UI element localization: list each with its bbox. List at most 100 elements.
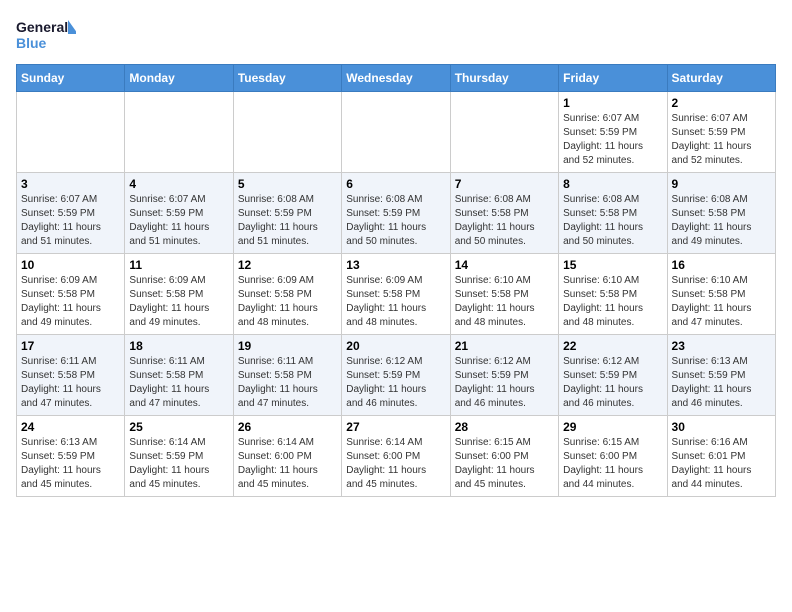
day-info: Sunrise: 6:09 AM Sunset: 5:58 PM Dayligh… — [238, 274, 337, 330]
weekday-header: Thursday — [450, 65, 558, 92]
header: General Blue — [16, 16, 776, 52]
day-number: 3 — [21, 177, 120, 191]
day-number: 28 — [455, 420, 554, 434]
day-info: Sunrise: 6:09 AM Sunset: 5:58 PM Dayligh… — [21, 274, 120, 330]
day-number: 29 — [563, 420, 662, 434]
day-number: 13 — [346, 258, 445, 272]
day-info: Sunrise: 6:07 AM Sunset: 5:59 PM Dayligh… — [21, 193, 120, 249]
calendar-cell: 18 Sunrise: 6:11 AM Sunset: 5:58 PM Dayli… — [125, 335, 233, 416]
day-info: Sunrise: 6:08 AM Sunset: 5:59 PM Dayligh… — [346, 193, 445, 249]
day-number: 6 — [346, 177, 445, 191]
day-info: Sunrise: 6:07 AM Sunset: 5:59 PM Dayligh… — [672, 112, 771, 168]
svg-text:General: General — [16, 19, 68, 35]
day-number: 21 — [455, 339, 554, 353]
calendar-cell: 19 Sunrise: 6:11 AM Sunset: 5:58 PM Dayli… — [233, 335, 341, 416]
day-number: 11 — [129, 258, 228, 272]
calendar-cell: 25 Sunrise: 6:14 AM Sunset: 5:59 PM Dayli… — [125, 416, 233, 497]
calendar-cell: 17Sunrise: 6:11 AM Sunset: 5:58 PM Dayli… — [17, 335, 125, 416]
day-info: Sunrise: 6:08 AM Sunset: 5:58 PM Dayligh… — [672, 193, 771, 249]
day-info: Sunrise: 6:16 AM Sunset: 6:01 PM Dayligh… — [672, 436, 771, 492]
calendar-cell: 27 Sunrise: 6:14 AM Sunset: 6:00 PM Dayli… — [342, 416, 450, 497]
day-info: Sunrise: 6:14 AM Sunset: 6:00 PM Dayligh… — [238, 436, 337, 492]
calendar-cell: 20 Sunrise: 6:12 AM Sunset: 5:59 PM Dayli… — [342, 335, 450, 416]
calendar-cell: 13 Sunrise: 6:09 AM Sunset: 5:58 PM Dayli… — [342, 254, 450, 335]
weekday-header: Monday — [125, 65, 233, 92]
calendar-cell: 15Sunrise: 6:10 AM Sunset: 5:58 PM Dayli… — [559, 254, 667, 335]
day-number: 15 — [563, 258, 662, 272]
calendar-cell — [17, 92, 125, 173]
day-info: Sunrise: 6:09 AM Sunset: 5:58 PM Dayligh… — [346, 274, 445, 330]
calendar-week-row: 3 Sunrise: 6:07 AM Sunset: 5:59 PM Daylig… — [17, 173, 776, 254]
day-info: Sunrise: 6:10 AM Sunset: 5:58 PM Dayligh… — [672, 274, 771, 330]
day-number: 4 — [129, 177, 228, 191]
day-number: 18 — [129, 339, 228, 353]
day-info: Sunrise: 6:12 AM Sunset: 5:59 PM Dayligh… — [455, 355, 554, 411]
weekday-header: Wednesday — [342, 65, 450, 92]
calendar-week-row: 17Sunrise: 6:11 AM Sunset: 5:58 PM Dayli… — [17, 335, 776, 416]
calendar-cell: 5 Sunrise: 6:08 AM Sunset: 5:59 PM Daylig… — [233, 173, 341, 254]
calendar-cell: 24Sunrise: 6:13 AM Sunset: 5:59 PM Dayli… — [17, 416, 125, 497]
weekday-header-row: SundayMondayTuesdayWednesdayThursdayFrid… — [17, 65, 776, 92]
calendar-cell: 3 Sunrise: 6:07 AM Sunset: 5:59 PM Daylig… — [17, 173, 125, 254]
logo-svg: General Blue — [16, 16, 76, 52]
day-info: Sunrise: 6:07 AM Sunset: 5:59 PM Dayligh… — [129, 193, 228, 249]
calendar-cell: 26 Sunrise: 6:14 AM Sunset: 6:00 PM Dayli… — [233, 416, 341, 497]
day-info: Sunrise: 6:11 AM Sunset: 5:58 PM Dayligh… — [238, 355, 337, 411]
calendar-cell: 16 Sunrise: 6:10 AM Sunset: 5:58 PM Dayli… — [667, 254, 775, 335]
day-info: Sunrise: 6:08 AM Sunset: 5:58 PM Dayligh… — [455, 193, 554, 249]
day-info: Sunrise: 6:08 AM Sunset: 5:58 PM Dayligh… — [563, 193, 662, 249]
day-number: 5 — [238, 177, 337, 191]
day-info: Sunrise: 6:11 AM Sunset: 5:58 PM Dayligh… — [21, 355, 120, 411]
day-info: Sunrise: 6:12 AM Sunset: 5:59 PM Dayligh… — [563, 355, 662, 411]
calendar-cell — [125, 92, 233, 173]
calendar-week-row: 1 Sunrise: 6:07 AM Sunset: 5:59 PM Daylig… — [17, 92, 776, 173]
page: General Blue SundayMondayTuesdayWednesda… — [0, 0, 792, 612]
day-info: Sunrise: 6:15 AM Sunset: 6:00 PM Dayligh… — [563, 436, 662, 492]
calendar-cell: 6 Sunrise: 6:08 AM Sunset: 5:59 PM Daylig… — [342, 173, 450, 254]
calendar-cell: 7 Sunrise: 6:08 AM Sunset: 5:58 PM Daylig… — [450, 173, 558, 254]
calendar-cell: 23 Sunrise: 6:13 AM Sunset: 5:59 PM Dayli… — [667, 335, 775, 416]
calendar-cell: 30 Sunrise: 6:16 AM Sunset: 6:01 PM Dayli… — [667, 416, 775, 497]
calendar-cell: 4 Sunrise: 6:07 AM Sunset: 5:59 PM Daylig… — [125, 173, 233, 254]
day-info: Sunrise: 6:14 AM Sunset: 6:00 PM Dayligh… — [346, 436, 445, 492]
day-number: 8 — [563, 177, 662, 191]
day-number: 12 — [238, 258, 337, 272]
day-number: 22 — [563, 339, 662, 353]
calendar-cell: 11Sunrise: 6:09 AM Sunset: 5:58 PM Dayli… — [125, 254, 233, 335]
calendar-cell — [233, 92, 341, 173]
day-info: Sunrise: 6:14 AM Sunset: 5:59 PM Dayligh… — [129, 436, 228, 492]
day-info: Sunrise: 6:12 AM Sunset: 5:59 PM Dayligh… — [346, 355, 445, 411]
day-number: 30 — [672, 420, 771, 434]
day-number: 9 — [672, 177, 771, 191]
day-info: Sunrise: 6:08 AM Sunset: 5:59 PM Dayligh… — [238, 193, 337, 249]
day-number: 20 — [346, 339, 445, 353]
calendar-cell: 1Sunrise: 6:07 AM Sunset: 5:59 PM Daylig… — [559, 92, 667, 173]
day-info: Sunrise: 6:15 AM Sunset: 6:00 PM Dayligh… — [455, 436, 554, 492]
calendar-table: SundayMondayTuesdayWednesdayThursdayFrid… — [16, 64, 776, 497]
day-number: 23 — [672, 339, 771, 353]
day-info: Sunrise: 6:10 AM Sunset: 5:58 PM Dayligh… — [455, 274, 554, 330]
day-number: 25 — [129, 420, 228, 434]
calendar-cell: 14 Sunrise: 6:10 AM Sunset: 5:58 PM Dayli… — [450, 254, 558, 335]
weekday-header: Saturday — [667, 65, 775, 92]
day-info: Sunrise: 6:13 AM Sunset: 5:59 PM Dayligh… — [672, 355, 771, 411]
weekday-header: Tuesday — [233, 65, 341, 92]
calendar-cell — [342, 92, 450, 173]
day-number: 7 — [455, 177, 554, 191]
calendar-week-row: 10 Sunrise: 6:09 AM Sunset: 5:58 PM Dayli… — [17, 254, 776, 335]
day-number: 10 — [21, 258, 120, 272]
calendar-cell: 8 Sunrise: 6:08 AM Sunset: 5:58 PM Daylig… — [559, 173, 667, 254]
day-number: 27 — [346, 420, 445, 434]
day-number: 14 — [455, 258, 554, 272]
calendar-cell: 29 Sunrise: 6:15 AM Sunset: 6:00 PM Dayli… — [559, 416, 667, 497]
calendar-cell: 9 Sunrise: 6:08 AM Sunset: 5:58 PM Daylig… — [667, 173, 775, 254]
day-number: 1 — [563, 96, 662, 110]
logo: General Blue — [16, 16, 76, 52]
day-number: 16 — [672, 258, 771, 272]
day-number: 26 — [238, 420, 337, 434]
day-info: Sunrise: 6:11 AM Sunset: 5:58 PM Dayligh… — [129, 355, 228, 411]
day-number: 2 — [672, 96, 771, 110]
day-number: 19 — [238, 339, 337, 353]
weekday-header: Sunday — [17, 65, 125, 92]
calendar-cell: 28 Sunrise: 6:15 AM Sunset: 6:00 PM Dayli… — [450, 416, 558, 497]
